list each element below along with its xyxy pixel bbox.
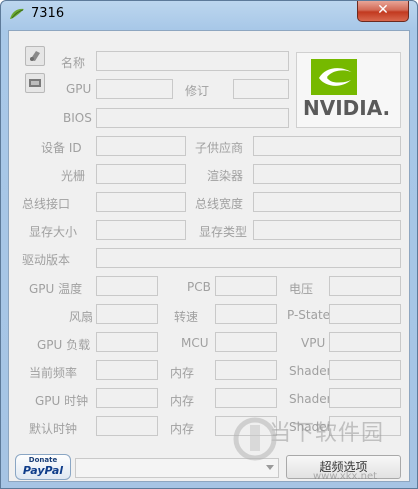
label-fan: 风扇 — [69, 310, 94, 324]
window-title: 7316 — [31, 6, 65, 21]
label-current-clock: 当前频率 — [29, 366, 78, 380]
main-panel: 名称 GPU 修订 NVIDIA. BIOS 设备 ID 子供应商 光栅 渲染器 — [8, 30, 410, 482]
nvidia-wordmark: NVIDIA. — [303, 96, 390, 120]
label-voltage: 电压 — [289, 282, 314, 296]
field-shaders[interactable] — [253, 164, 401, 184]
field-speed[interactable] — [215, 304, 277, 324]
field-memory-size[interactable] — [96, 220, 186, 240]
field-driver-version[interactable] — [96, 248, 401, 268]
label-device-id: 设备 ID — [41, 141, 82, 155]
label-gpu-memory-clock: 内存 — [170, 394, 195, 408]
field-default-memory[interactable] — [215, 416, 277, 436]
field-bios[interactable] — [96, 108, 289, 128]
label-pstate: P-State — [287, 308, 331, 322]
label-gpu-load: GPU 负载 — [37, 338, 91, 352]
label-speed: 转速 — [174, 310, 199, 324]
chevron-down-icon — [266, 465, 274, 470]
field-default-shader[interactable] — [329, 416, 401, 436]
label-gpu: GPU — [66, 82, 92, 96]
label-shaders: 渲染器 — [207, 169, 244, 183]
label-bios: BIOS — [63, 111, 92, 125]
label-current-shader: Shader — [289, 364, 332, 378]
label-name: 名称 — [61, 56, 86, 70]
field-name[interactable] — [96, 51, 289, 71]
field-current-clock[interactable] — [96, 360, 158, 380]
label-mcu: MCU — [181, 336, 209, 350]
field-bus-interface[interactable] — [96, 192, 186, 212]
field-rops[interactable] — [96, 164, 186, 184]
label-gpu-shader-clock: Shader — [289, 392, 332, 406]
label-default-clock: 默认时钟 — [29, 422, 78, 436]
paypal-donate-label: Donate — [28, 456, 58, 464]
field-current-memory[interactable] — [215, 360, 277, 380]
overclock-options-button[interactable]: 超频选项 — [286, 455, 401, 479]
field-subvendor[interactable] — [253, 136, 401, 156]
field-memory-type[interactable] — [253, 220, 401, 240]
field-revision[interactable] — [233, 79, 289, 99]
label-memory-type: 显存类型 — [199, 225, 248, 239]
app-window: 7316 ✕ 名称 GPU 修订 NVIDIA. BIOS 设备 ID 子供应商… — [0, 0, 418, 489]
field-current-shader[interactable] — [329, 360, 401, 380]
field-voltage[interactable] — [329, 276, 401, 296]
label-pcb: PCB — [187, 280, 211, 294]
field-bus-width[interactable] — [253, 192, 401, 212]
label-bus-width: 总线宽度 — [195, 197, 244, 211]
field-vpu[interactable] — [329, 332, 401, 352]
label-rops: 光栅 — [61, 169, 86, 183]
field-gpu[interactable] — [96, 79, 173, 99]
card-icon — [29, 79, 41, 87]
label-driver-version: 驱动版本 — [22, 253, 71, 267]
nvidia-eye-icon: NVIDIA. — [303, 59, 390, 120]
camera-icon — [30, 51, 40, 61]
label-memory-size: 显存大小 — [29, 225, 78, 239]
label-subvendor: 子供应商 — [195, 141, 244, 155]
gpu-select-dropdown[interactable] — [75, 458, 279, 478]
field-pstate[interactable] — [329, 304, 401, 324]
field-gpu-load[interactable] — [96, 332, 158, 352]
field-gpu-clock[interactable] — [96, 388, 158, 408]
label-vpu: VPU — [301, 336, 326, 350]
nvidia-leaf-icon — [10, 8, 24, 19]
field-mcu[interactable] — [215, 332, 277, 352]
nvidia-logo: NVIDIA. — [296, 52, 401, 128]
field-gpu-shader-clock[interactable] — [329, 388, 401, 408]
close-button[interactable]: ✕ — [357, 1, 409, 22]
label-gpu-temp: GPU 温度 — [29, 282, 83, 296]
field-device-id[interactable] — [96, 136, 186, 156]
field-gpu-temp[interactable] — [96, 276, 158, 296]
title-bar[interactable]: 7316 ✕ — [1, 1, 417, 29]
label-bus-interface: 总线接口 — [22, 197, 71, 211]
screenshot-button[interactable] — [25, 46, 45, 66]
field-fan[interactable] — [96, 304, 158, 324]
label-current-memory: 内存 — [170, 366, 195, 380]
paypal-donate-button[interactable]: Donate PayPal — [15, 454, 71, 480]
field-pcb[interactable] — [215, 276, 277, 296]
paypal-logo-text: PayPal — [22, 464, 64, 477]
label-default-memory: 内存 — [170, 422, 195, 436]
label-default-shader: Shader — [289, 420, 332, 434]
field-default-clock[interactable] — [96, 416, 158, 436]
label-gpu-clock: GPU 时钟 — [35, 394, 89, 408]
field-gpu-memory-clock[interactable] — [215, 388, 277, 408]
label-revision: 修订 — [185, 84, 210, 98]
save-report-button[interactable] — [25, 73, 45, 93]
